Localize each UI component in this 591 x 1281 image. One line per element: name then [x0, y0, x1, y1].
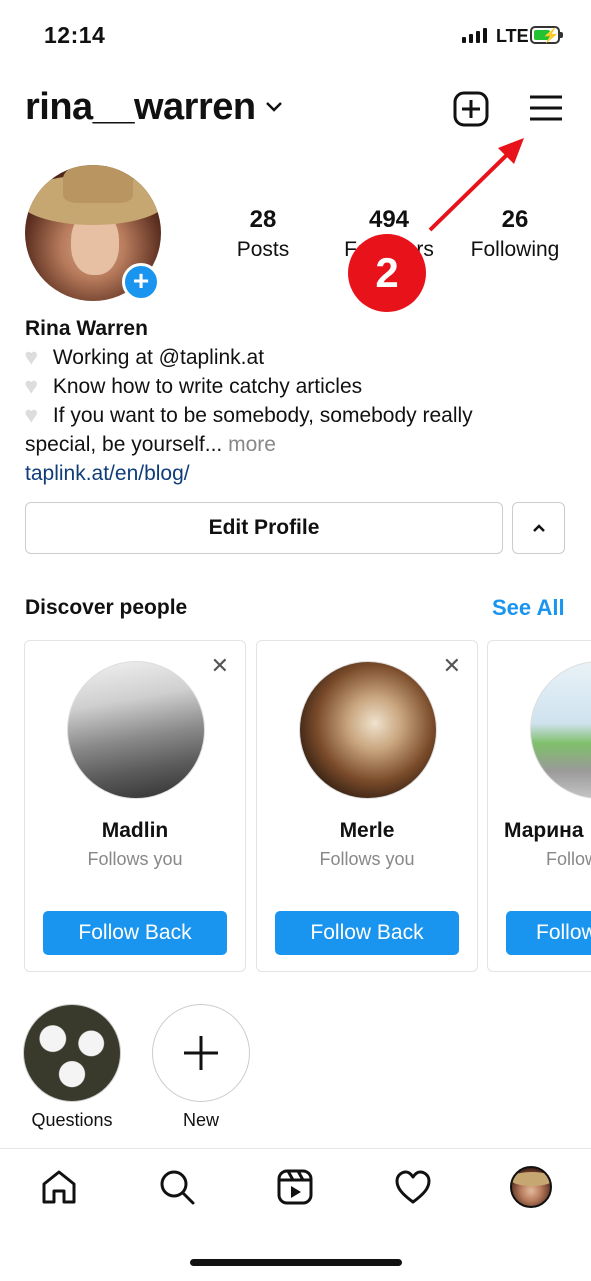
suggestion-name[interactable]: Merle [257, 819, 477, 843]
highlight-label: Questions [31, 1110, 113, 1130]
suggestion-subtitle: Follows you [319, 849, 415, 869]
status-time: 12:14 [44, 22, 106, 48]
signal-icon [462, 28, 487, 43]
add-story-icon[interactable]: + [122, 263, 160, 301]
posts-label: Posts [236, 238, 290, 261]
profile-tab-avatar[interactable] [510, 1166, 552, 1208]
new-highlight-button[interactable] [152, 1004, 250, 1102]
suggestion-avatar[interactable] [67, 661, 205, 799]
heart-icon[interactable] [394, 1168, 432, 1206]
search-icon[interactable] [158, 1168, 196, 1206]
profile-bio: Rina Warren ♥ Working at @taplink.at ♥ K… [25, 314, 565, 488]
toggle-suggestions-button[interactable] [512, 502, 565, 554]
bio-website-link[interactable]: taplink.at/en/blog/ [25, 459, 565, 488]
highlight-label: New [182, 1110, 219, 1130]
suggestion-subtitle: Follows you [87, 849, 183, 869]
suggestion-card[interactable]: Марина Follows you Follow Back [487, 640, 591, 972]
home-indicator [190, 1259, 402, 1266]
profile-name: Rina Warren [25, 317, 148, 340]
dismiss-icon[interactable]: ✕ [211, 653, 229, 679]
suggestion-card[interactable]: ✕ Merle Follows you Follow Back [256, 640, 478, 972]
highlight-questions[interactable]: Questions [22, 1004, 122, 1131]
plus-icon [184, 1036, 218, 1070]
bio-line-text: Working at @taplink.at [52, 346, 265, 369]
suggestion-avatar[interactable] [299, 661, 437, 799]
battery-icon: ⚡ [530, 26, 563, 44]
suggestion-name[interactable]: Марина [504, 819, 584, 843]
suggestion-avatar[interactable] [530, 661, 591, 799]
reels-icon[interactable] [276, 1168, 314, 1206]
profile-username[interactable]: rina__warren [25, 86, 256, 129]
bio-line: ♥ Know how to write catchy articles [25, 372, 565, 401]
edit-profile-button[interactable]: Edit Profile [25, 502, 503, 554]
chevron-down-icon[interactable] [264, 100, 284, 114]
annotation-step-badge: 2 [348, 234, 426, 312]
discover-people-title: Discover people [25, 596, 188, 619]
bio-line: ♥ Working at @taplink.at [25, 343, 565, 372]
bio-line-text: special, be yourself... [25, 433, 223, 456]
follow-back-button[interactable]: Follow Back [43, 911, 227, 955]
white-heart-icon: ♥ [25, 346, 38, 369]
stat-posts[interactable]: 28 Posts [203, 206, 323, 262]
bio-line: ♥ If you want to be somebody, somebody r… [25, 401, 565, 430]
white-heart-icon: ♥ [25, 375, 38, 398]
follow-back-button[interactable]: Follow Back [506, 911, 591, 955]
home-icon[interactable] [40, 1168, 78, 1206]
suggestion-name[interactable]: Madlin [25, 819, 245, 843]
dismiss-icon[interactable]: ✕ [443, 653, 461, 679]
suggestion-card[interactable]: ✕ Madlin Follows you Follow Back [24, 640, 246, 972]
white-heart-icon: ♥ [25, 404, 38, 427]
new-post-icon[interactable] [453, 91, 489, 127]
highlight-cover[interactable] [23, 1004, 121, 1102]
bio-line-text: If you want to be somebody, somebody rea… [52, 404, 473, 427]
bio-line: special, be yourself... more [25, 430, 565, 459]
network-label: LTE [496, 26, 529, 46]
chevron-up-icon [532, 524, 545, 532]
following-label: Following [470, 238, 560, 261]
posts-count: 28 [249, 206, 277, 233]
suggestion-subtitle: Follows you [546, 849, 591, 869]
bio-more-link[interactable]: more [228, 433, 276, 456]
bio-line-text: Know how to write catchy articles [52, 375, 363, 398]
annotation-arrow [428, 138, 524, 232]
menu-icon[interactable] [528, 94, 564, 124]
highlight-new[interactable]: New [151, 1004, 251, 1131]
see-all-link[interactable]: See All [492, 595, 565, 621]
follow-back-button[interactable]: Follow Back [275, 911, 459, 955]
